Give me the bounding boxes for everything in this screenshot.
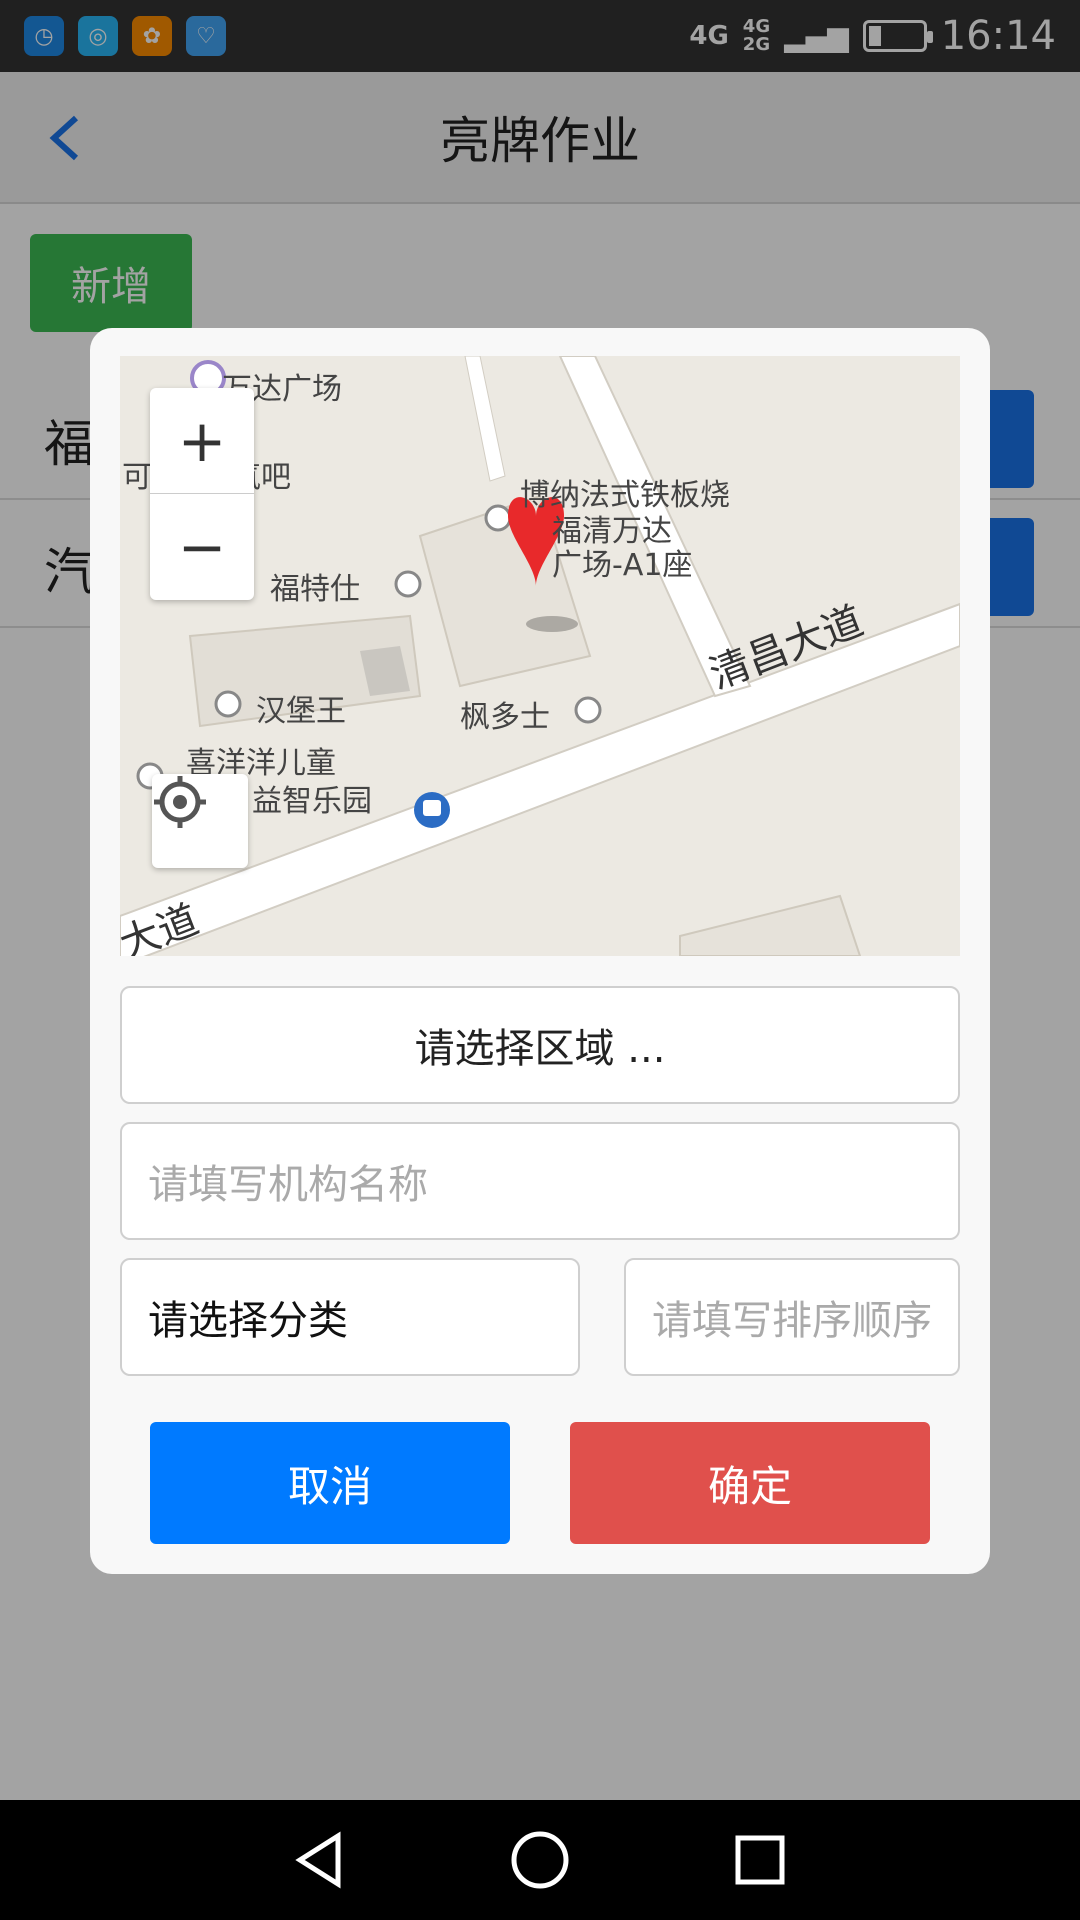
zoom-out-button[interactable]: −: [150, 494, 254, 600]
map-zoom-control: + −: [150, 388, 254, 600]
map-poi-label: 广场-A1座: [552, 548, 693, 583]
map-poi-label: 益智乐园: [252, 784, 372, 819]
category-select[interactable]: 请选择分类: [120, 1258, 580, 1376]
org-name-input[interactable]: 请填写机构名称: [120, 1122, 960, 1240]
square-recents-icon: [735, 1835, 785, 1885]
map-poi-label: 福特仕: [270, 572, 360, 607]
system-home-button[interactable]: [505, 1825, 575, 1895]
confirm-button[interactable]: 确定: [570, 1422, 930, 1544]
map-poi-label: 枫多士: [460, 700, 550, 735]
triangle-back-icon: [295, 1831, 341, 1889]
system-nav-bar: [0, 1800, 1080, 1920]
map-poi-label: 汉堡王: [256, 694, 346, 729]
locate-button[interactable]: [152, 774, 248, 868]
circle-home-icon: [511, 1831, 569, 1889]
sort-order-input[interactable]: 请填写排序顺序: [624, 1258, 960, 1376]
zoom-in-button[interactable]: +: [150, 388, 254, 494]
cancel-button[interactable]: 取消: [150, 1422, 510, 1544]
area-select[interactable]: 请选择区域 ...: [120, 986, 960, 1104]
system-back-button[interactable]: [285, 1825, 355, 1895]
add-dialog: 万达广场 可d果蔬氧吧 博纳法式铁板烧 福清万达 广场-A1座 福特仕 汉堡王 …: [90, 328, 990, 1574]
system-recents-button[interactable]: [725, 1825, 795, 1895]
map-view[interactable]: 万达广场 可d果蔬氧吧 博纳法式铁板烧 福清万达 广场-A1座 福特仕 汉堡王 …: [120, 356, 960, 956]
locate-icon: [154, 776, 206, 828]
